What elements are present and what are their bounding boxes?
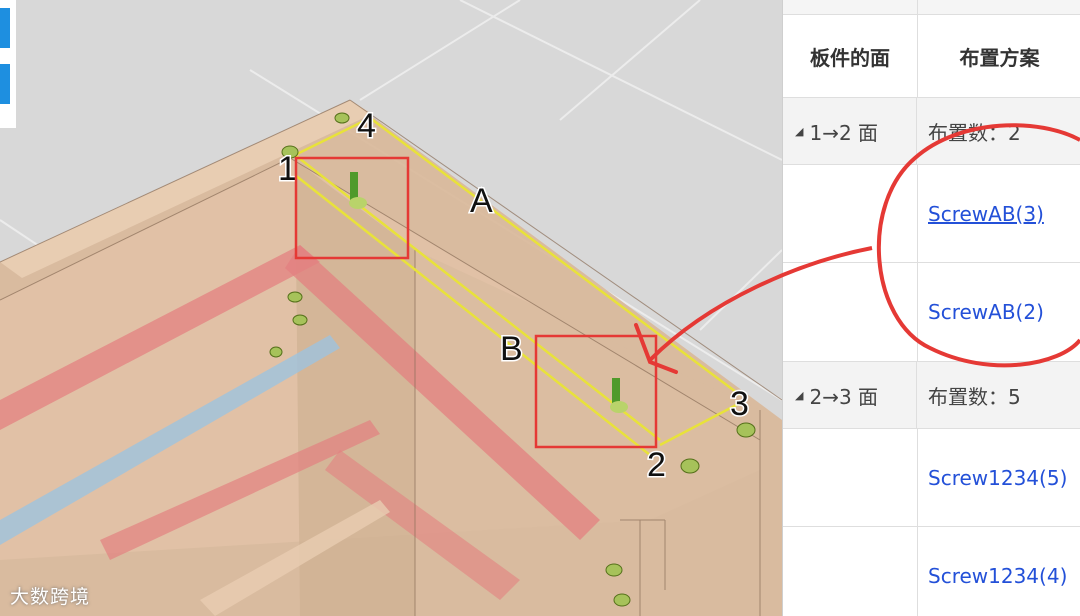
scheme-link-screwab-2[interactable]: ScrewAB(2) xyxy=(918,263,1080,361)
group-count: 布置数：2 xyxy=(928,120,1021,145)
cabinet-model: 1 4 A B 3 2 xyxy=(0,0,782,616)
group-face-cell[interactable]: ◢ 2→3 面 xyxy=(783,362,917,428)
label-point-4: 4 xyxy=(357,107,376,145)
header-face: 板件的面 xyxy=(783,15,918,97)
group-row-1-2[interactable]: ◢ 1→2 面 布置数：2 xyxy=(783,98,1080,165)
table-header-row: 板件的面 布置方案 xyxy=(783,15,1080,98)
table-row: Screw1234(4) xyxy=(783,527,1080,616)
scheme-link-screw1234-4[interactable]: Screw1234(4) xyxy=(918,527,1080,616)
label-edge-a: A xyxy=(470,182,493,220)
group-count: 布置数：5 xyxy=(928,384,1021,409)
group-face-label: 1→2 面 xyxy=(809,120,879,145)
collapse-triangle-icon[interactable]: ◢ xyxy=(795,125,803,138)
label-point-2: 2 xyxy=(647,446,666,484)
scheme-link-screw1234-5[interactable]: Screw1234(5) xyxy=(918,429,1080,526)
label-edge-b: B xyxy=(500,330,523,368)
label-point-3: 3 xyxy=(730,385,749,423)
group-row-2-3[interactable]: ◢ 2→3 面 布置数：5 xyxy=(783,362,1080,429)
panel-top-strip xyxy=(783,0,1080,15)
3d-viewport[interactable]: 1 4 A B 3 2 大数跨境 xyxy=(0,0,782,616)
header-scheme: 布置方案 xyxy=(959,45,1040,70)
cabinet-body xyxy=(0,99,782,616)
table-row: Screw1234(5) xyxy=(783,429,1080,527)
group-face-label: 2→3 面 xyxy=(809,384,879,409)
view-tool-button-2[interactable] xyxy=(0,64,10,104)
collapse-triangle-icon[interactable]: ◢ xyxy=(795,389,803,402)
table-row: ScrewAB(2) xyxy=(783,263,1080,362)
table-row: ScrewAB(3) xyxy=(783,165,1080,263)
screw-scheme-panel: 板件的面 布置方案 ◢ 1→2 面 布置数：2 ScrewAB(3) Screw… xyxy=(782,0,1080,616)
watermark-logo: 大数跨境 xyxy=(10,586,91,608)
view-tool-button[interactable] xyxy=(0,8,10,48)
group-face-cell[interactable]: ◢ 1→2 面 xyxy=(783,98,917,164)
scheme-link-screwab-3[interactable]: ScrewAB(3) xyxy=(918,165,1080,262)
view-toolbar xyxy=(0,0,16,128)
label-point-1: 1 xyxy=(278,150,297,188)
